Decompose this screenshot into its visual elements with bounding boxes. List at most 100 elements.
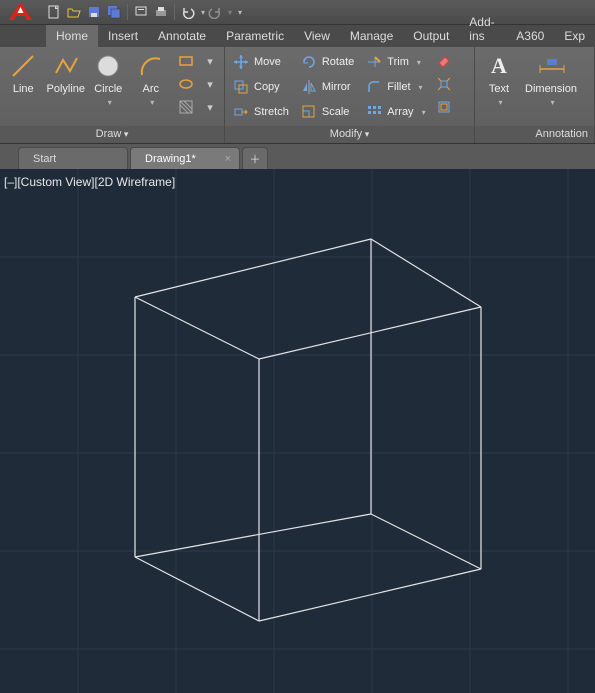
stretch-button[interactable]: Stretch [229,101,293,123]
polyline-button[interactable]: Polyline [46,49,85,95]
fillet-button[interactable]: Fillet▾ [362,76,429,98]
move-label: Move [254,56,281,68]
viewport[interactable]: [–][Custom View][2D Wireframe] [0,169,595,693]
text-dropdown-icon[interactable]: ▾ [498,98,502,107]
dimension-icon [537,52,565,80]
doc-tab-start-label: Start [33,153,56,165]
close-icon[interactable]: × [225,153,231,165]
circle-label: Circle [94,83,122,95]
view-controls-label-top[interactable]: [–][Custom View][2D Wireframe] [4,175,175,189]
dimension-button[interactable]: Dimension ▾ [523,49,579,107]
array-button[interactable]: Array▾ [362,101,429,123]
tab-parametric[interactable]: Parametric [216,25,294,47]
qat-customize-icon[interactable]: ▾ [238,8,242,17]
open-icon[interactable] [64,2,84,22]
mirror-button[interactable]: Mirror [297,76,358,98]
app-logo-icon[interactable] [2,1,38,23]
tab-insert[interactable]: Insert [98,25,148,47]
trim-button[interactable]: Trim▾ [362,51,429,73]
trim-label: Trim [387,56,409,68]
panel-draw-title[interactable]: Draw [0,126,224,143]
scale-button[interactable]: Scale [297,101,358,123]
rotate-icon [301,54,317,70]
tab-manage[interactable]: Manage [340,25,403,47]
spline-icon[interactable]: ▾ [200,51,220,71]
fillet-icon [366,79,382,95]
offset-icon[interactable] [434,97,454,117]
text-icon: A [485,52,513,80]
fillet-label: Fillet [387,81,410,93]
move-button[interactable]: Move [229,51,293,73]
move-icon [233,54,249,70]
tab-addins[interactable]: Add-ins [459,11,506,47]
ribbon: Line Polyline Circle ▾ Arc ▾ [0,47,595,144]
circle-button[interactable]: Circle ▾ [89,49,127,107]
circle-icon [94,52,122,80]
scale-icon [301,104,317,120]
array-label: Array [387,106,413,118]
panel-modify-title[interactable]: Modify [225,126,474,143]
text-button[interactable]: A Text ▾ [479,49,519,107]
qat-separator [127,4,128,20]
tab-view[interactable]: View [294,25,340,47]
save-icon[interactable] [84,2,104,22]
explode-icon[interactable] [434,74,454,94]
redo-dropdown-icon[interactable]: ▾ [228,8,232,17]
panel-modify: Move Copy Stretch Rotate Mirro [225,47,475,143]
circle-dropdown-icon[interactable]: ▾ [108,98,112,107]
text-label: Text [489,83,509,95]
copy-button[interactable]: Copy [229,76,293,98]
line-icon [9,52,37,80]
array-icon [366,104,382,120]
copy-icon [233,79,249,95]
erase-icon[interactable] [434,51,454,71]
arc-label: Arc [142,83,159,95]
tab-output[interactable]: Output [403,25,459,47]
tab-annotate[interactable]: Annotate [148,25,216,47]
ribbon-tabs: Home Insert Annotate Parametric View Man… [0,25,595,47]
ellipse-dd-icon[interactable]: ▾ [200,74,220,94]
tab-home[interactable]: Home [46,25,98,47]
print-icon[interactable] [151,2,171,22]
hatch-dd-icon[interactable]: ▾ [200,97,220,117]
scale-label: Scale [322,106,350,118]
doc-tab-drawing1[interactable]: Drawing1* × [130,147,240,169]
line-button[interactable]: Line [4,49,42,95]
rectangle-icon[interactable] [176,51,196,71]
rotate-button[interactable]: Rotate [297,51,358,73]
redo-icon[interactable] [205,2,225,22]
mirror-icon [301,79,317,95]
tab-a360[interactable]: A360 [506,25,554,47]
qat-separator [174,4,175,20]
hatch-icon[interactable] [176,97,196,117]
stretch-label: Stretch [254,106,289,118]
stretch-icon [233,104,249,120]
panel-annotation: A Text ▾ Dimension ▾ Annotation [475,47,595,143]
mirror-label: Mirror [322,81,351,93]
rotate-label: Rotate [322,56,354,68]
doc-tab-start[interactable]: Start [18,147,128,169]
polyline-label: Polyline [46,83,85,95]
ellipse-icon[interactable] [176,74,196,94]
wireframe-cube-clean [0,169,595,693]
copy-label: Copy [254,81,280,93]
polyline-icon [52,52,80,80]
tab-exp[interactable]: Exp [554,25,595,47]
plot-icon[interactable] [131,2,151,22]
undo-icon[interactable] [178,2,198,22]
saveall-icon[interactable] [104,2,124,22]
panel-annotation-title[interactable]: Annotation [475,126,594,143]
arc-button[interactable]: Arc ▾ [132,49,170,107]
doc-tab-drawing1-label: Drawing1* [145,153,196,165]
document-tabs: Start Drawing1* × ＋ [0,144,595,169]
new-icon[interactable] [44,2,64,22]
arc-dropdown-icon[interactable]: ▾ [150,98,154,107]
panel-draw: Line Polyline Circle ▾ Arc ▾ [0,47,225,143]
doc-tab-add[interactable]: ＋ [242,147,268,169]
trim-icon [366,54,382,70]
dimension-dropdown-icon[interactable]: ▾ [550,98,554,107]
dimension-label: Dimension [525,83,577,95]
arc-icon [137,52,165,80]
plus-icon: ＋ [250,151,261,167]
line-label: Line [13,83,34,95]
